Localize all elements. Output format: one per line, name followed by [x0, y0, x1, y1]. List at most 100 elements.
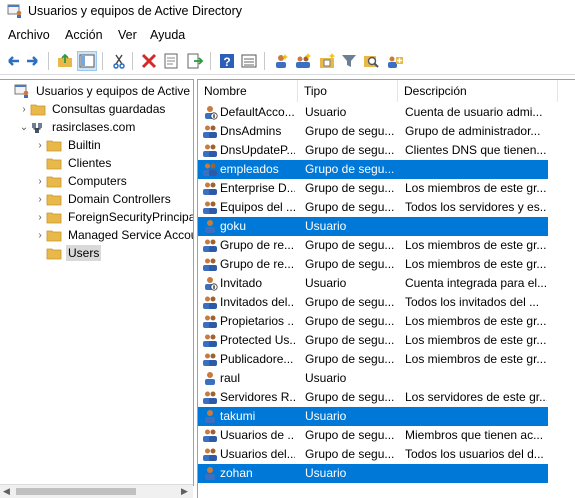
menu-ver[interactable]: Ver [116, 28, 139, 42]
tree-item-rasirclases-com[interactable]: ⌄ rasirclases.com [18, 118, 137, 136]
export-list-button[interactable] [186, 52, 204, 70]
cell-tipo: Grupo de segu... [305, 238, 395, 252]
group-icon [203, 334, 217, 347]
filter-button[interactable] [340, 52, 358, 70]
tree-toggle-spacer [34, 244, 46, 262]
find-button[interactable] [362, 52, 380, 70]
tree-item-label: Builtin [68, 138, 101, 152]
cell-nombre: DnsUpdateP... [220, 143, 295, 157]
group-icon [203, 353, 217, 366]
cell-tipo: Grupo de segu... [305, 124, 395, 138]
list-row[interactable]: takumi Usuario [198, 407, 548, 426]
tree-item-managed-service-accour[interactable]: › Managed Service Accour [34, 226, 193, 244]
help-button[interactable]: ? [218, 52, 236, 70]
cell-nombre: Grupo de re... [220, 257, 295, 271]
list-row[interactable]: DnsAdmins Grupo de segu... Grupo de admini… [198, 122, 548, 141]
collapsed-chevron-icon[interactable]: › [34, 208, 46, 226]
tree-item-consultas-guardadas[interactable]: › Consultas guardadas [18, 100, 167, 118]
collapsed-chevron-icon[interactable]: › [34, 172, 46, 190]
cell-tipo: Grupo de segu... [305, 333, 395, 347]
tree-item-domain-controllers[interactable]: › Domain Controllers [34, 190, 173, 208]
user-icon [205, 372, 215, 385]
list-row[interactable]: Publicadore... Grupo de segu... Los miembr… [198, 350, 548, 369]
list-row[interactable]: zohan Usuario [198, 464, 548, 483]
back-arrow-button[interactable] [4, 52, 22, 70]
column-header-nombre[interactable]: Nombre [198, 80, 298, 102]
tree-item-builtin[interactable]: › Builtin [34, 136, 103, 154]
list-row[interactable]: Propietarios ... Grupo de segu... Los miem… [198, 312, 548, 331]
show-tree-button[interactable] [77, 51, 97, 71]
tree-item-label: Domain Controllers [68, 192, 171, 206]
expanded-chevron-icon[interactable]: ⌄ [18, 118, 30, 136]
tree-item-computers[interactable]: › Computers [34, 172, 129, 190]
list-row[interactable]: raul Usuario [198, 369, 548, 388]
collapsed-chevron-icon[interactable]: › [18, 100, 30, 118]
tree-item-usuarios-y-equipos-de-active-dire[interactable]: Usuarios y equipos de Active Dire [2, 82, 193, 100]
cell-tipo: Grupo de segu... [305, 428, 395, 442]
scroll-right-arrow-icon[interactable]: ▶ [181, 486, 188, 497]
list-row[interactable]: empleados Grupo de segu... [198, 160, 548, 179]
cell-nombre: DnsAdmins [220, 124, 282, 138]
cell-tipo: Grupo de segu... [305, 295, 395, 309]
cell-nombre: goku [220, 219, 247, 233]
cell-nombre: Invitado [220, 276, 263, 290]
cell-descripcion: Los miembros de este gr... [405, 238, 547, 252]
scrollbar-thumb[interactable] [16, 488, 136, 495]
menu-ayuda[interactable]: Ayuda [148, 28, 187, 42]
tree-horizontal-scrollbar[interactable]: ◀ ▶ [0, 484, 193, 498]
cell-tipo: Grupo de segu... [305, 257, 395, 271]
delete-button[interactable] [140, 52, 158, 70]
collapsed-chevron-icon[interactable]: › [34, 226, 46, 244]
list-row[interactable]: Servidores R... Grupo de segu... Los servi… [198, 388, 548, 407]
add-to-group-icon [388, 56, 403, 68]
list-row[interactable]: Grupo de re... Grupo de segu... Los miembr… [198, 255, 548, 274]
menu-accion[interactable]: Acción [63, 28, 105, 42]
up-folder-button[interactable] [56, 52, 74, 70]
column-header-descripcion[interactable]: Descripción [398, 80, 558, 102]
details-view-button[interactable] [240, 52, 258, 70]
cell-descripcion: Todos los usuarios del d... [405, 447, 544, 461]
list-row[interactable]: Protected Us... Grupo de segu... Los miemb… [198, 331, 548, 350]
list-row[interactable]: Usuarios del... Grupo de segu... Todos los… [198, 445, 548, 464]
list-row[interactable]: DnsUpdateP... Grupo de segu... Clientes DN… [198, 141, 548, 160]
tree-item-foreignsecurityprincipals[interactable]: › ForeignSecurityPrincipals [34, 208, 193, 226]
cell-nombre: Usuarios del... [220, 447, 295, 461]
folder-icon [46, 212, 62, 224]
list-row[interactable]: goku Usuario [198, 217, 548, 236]
tree-item-clientes[interactable]: Clientes [34, 154, 113, 172]
list-row[interactable]: Usuarios de ... Grupo de segu... Miembros … [198, 426, 548, 445]
new-group-button[interactable] [294, 52, 312, 70]
cell-descripcion: Los miembros de este gr... [405, 333, 547, 347]
folder-icon [46, 194, 62, 206]
cell-tipo: Grupo de segu... [305, 162, 395, 176]
cell-nombre: Publicadore... [220, 352, 294, 366]
list-row[interactable]: Enterprise D... Grupo de segu... Los miemb… [198, 179, 548, 198]
list-row[interactable]: Grupo de re... Grupo de segu... Los miembr… [198, 236, 548, 255]
menu-archivo[interactable]: Archivo [6, 28, 52, 42]
forward-arrow-button[interactable] [24, 52, 42, 70]
list-row[interactable]: DefaultAcco... Usuario Cuenta de usuario a… [198, 103, 548, 122]
collapsed-chevron-icon[interactable]: › [34, 190, 46, 208]
properties-button[interactable] [162, 52, 180, 70]
new-group-icon [296, 53, 311, 68]
scroll-left-arrow-icon[interactable]: ◀ [3, 486, 10, 497]
add-to-group-button[interactable] [386, 52, 404, 70]
tree-item-label: Consultas guardadas [52, 102, 166, 116]
list-row[interactable]: Invitado Usuario Cuenta integrada para el.… [198, 274, 548, 293]
group-icon [203, 429, 217, 442]
user-icon [205, 467, 215, 480]
toolbar: ? [0, 48, 575, 75]
column-header-tipo[interactable]: Tipo [298, 80, 398, 102]
list-row[interactable]: Equipos del ... Grupo de segu... Todos los… [198, 198, 548, 217]
cell-tipo: Grupo de segu... [305, 181, 395, 195]
cell-tipo: Grupo de segu... [305, 352, 395, 366]
new-user-button[interactable] [272, 52, 290, 70]
collapsed-chevron-icon[interactable]: › [34, 136, 46, 154]
title-bar: Usuarios y equipos de Active Directory [0, 0, 575, 24]
list-row[interactable]: Invitados del... Grupo de segu... Todos lo… [198, 293, 548, 312]
group-icon [203, 144, 217, 157]
tree-item-users[interactable]: Users [34, 244, 102, 262]
export-list-icon [187, 53, 204, 69]
new-ou-button[interactable] [318, 52, 336, 70]
cut-button[interactable] [110, 52, 128, 70]
